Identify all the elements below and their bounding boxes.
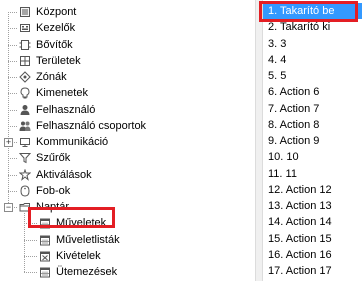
action-list-item[interactable]: 17. Action 17: [263, 263, 362, 279]
calendar-icon: [39, 234, 51, 246]
tree-item-label: Szűrők: [36, 152, 71, 165]
zone-icon: [19, 71, 31, 83]
action-list-item-label: 3. 3: [268, 37, 287, 50]
tree-item-label: Bővítők: [36, 38, 73, 51]
area-icon: [19, 55, 31, 67]
action-list-item-label: 9. Action 9: [268, 135, 320, 147]
tree-item-4[interactable]: Területek: [0, 53, 254, 69]
action-list-item-label: 4. 4: [268, 53, 287, 66]
action-list-item[interactable]: 9. Action 9: [263, 133, 362, 149]
expander-module-icon: [19, 39, 31, 51]
action-list-item-label: 10. 10: [268, 151, 299, 164]
tree-item-17[interactable]: Ütemezések: [0, 264, 254, 280]
user-group-icon: [19, 120, 31, 132]
tree-item-11[interactable]: Aktiválások: [0, 167, 254, 183]
action-list-item-label: 7. Action 7: [268, 102, 320, 115]
tree-item-label: Központ: [36, 6, 77, 18]
expand-icon[interactable]: +: [4, 138, 13, 147]
action-list-item[interactable]: 16. Action 16: [263, 247, 362, 263]
tree-item-1[interactable]: Központ: [0, 4, 254, 20]
action-list-item[interactable]: 6. Action 6: [263, 84, 362, 100]
pane-splitter[interactable]: [255, 0, 263, 281]
calendar-icon: [39, 266, 51, 278]
tree-item-9[interactable]: Kommunikáció: [0, 134, 254, 150]
tree-item-3[interactable]: Bővítők: [0, 37, 254, 53]
action-list-item[interactable]: 5. 5: [263, 68, 362, 84]
calendar-exception-icon: [39, 250, 51, 262]
action-list-item-label: 12. Action 12: [268, 183, 332, 196]
action-list-item[interactable]: 4. 4: [263, 52, 362, 68]
tree-item-13[interactable]: Naptár: [0, 199, 254, 215]
tree-item-15[interactable]: Műveletlisták: [0, 232, 254, 248]
tree-item-label: Területek: [36, 54, 81, 67]
tree-item-16[interactable]: Kivételek: [0, 248, 254, 264]
activation-icon: [18, 167, 32, 181]
action-list-item-label: 1. Takarító be: [268, 5, 335, 17]
tree-item-12[interactable]: Fob-ok: [0, 183, 254, 199]
tree-item-5[interactable]: Zónák: [0, 69, 254, 85]
action-list-item[interactable]: 8. Action 8: [263, 117, 362, 133]
tree-item-label: Műveletlisták: [56, 233, 120, 246]
tree-item-label: Fob-ok: [36, 184, 71, 197]
action-list-item-label: 17. Action 17: [268, 265, 332, 277]
tree-item-label: Naptár: [36, 201, 70, 213]
navigation-tree: Központ Kezelők Bővítők Területek Zónák Kimen…: [0, 0, 254, 281]
action-list-item[interactable]: 7. Action 7: [263, 101, 362, 117]
action-list-item[interactable]: 15. Action 15: [263, 231, 362, 247]
tree-item-10[interactable]: Szűrők: [0, 150, 254, 166]
tree-item-8[interactable]: Felhasználó csoportok: [0, 118, 254, 134]
action-list-item[interactable]: 10. 10: [263, 149, 362, 165]
tree-item-label: Felhasználó csoportok: [36, 119, 147, 132]
tree-item-label: Ütemezések: [56, 266, 118, 278]
action-list-item-label: 13. Action 13: [268, 200, 332, 212]
action-list-item-label: 15. Action 15: [268, 232, 332, 245]
collapse-icon[interactable]: −: [4, 203, 13, 212]
action-list-item-label: 14. Action 14: [268, 216, 332, 229]
filter-icon: [18, 152, 32, 164]
action-list-item[interactable]: 3. 3: [263, 36, 362, 52]
action-list-item-label: 5. 5: [268, 70, 287, 82]
output-icon: [19, 87, 31, 99]
action-list-item[interactable]: 13. Action 13: [263, 198, 362, 214]
fob-icon: [19, 185, 31, 197]
tree-item-label: Aktiválások: [36, 168, 92, 181]
communication-icon: [19, 136, 31, 148]
action-list-item-label: 11. 11: [268, 167, 297, 180]
tree-item-label: Kezelők: [36, 22, 76, 35]
tree-item-label: Zónák: [36, 71, 67, 83]
action-list-item-label: 16. Action 16: [268, 248, 332, 261]
folder-icon: [19, 201, 31, 213]
action-list-item[interactable]: 12. Action 12: [263, 182, 362, 198]
server-icon: [19, 6, 31, 18]
calendar-icon: [39, 217, 51, 229]
action-list-item[interactable]: 11. 11: [263, 166, 362, 182]
action-list-item-label: 6. Action 6: [268, 86, 320, 99]
action-list-item[interactable]: 1. Takarító be: [263, 3, 362, 19]
action-list-item-label: 8. Action 8: [268, 118, 320, 131]
action-list-item-label: 2. Takarító ki: [268, 21, 331, 34]
tree-item-label: Kivételek: [56, 249, 101, 262]
tree-item-7[interactable]: Felhasználó: [0, 102, 254, 118]
tree-item-2[interactable]: Kezelők: [0, 20, 254, 36]
action-list-item[interactable]: 2. Takarító ki: [263, 19, 362, 35]
tree-item-14[interactable]: Műveletek: [0, 215, 254, 231]
tree-item-label: Kommunikáció: [36, 136, 109, 148]
tree-item-label: Felhasználó: [36, 103, 96, 116]
user-icon: [19, 104, 31, 116]
actions-list: 1. Takarító be 2. Takarító ki 3. 3 4. 4 5. 5…: [263, 0, 362, 281]
tree-item-label: Kimenetek: [36, 87, 88, 100]
keypad-icon: [19, 22, 31, 34]
action-list-item[interactable]: 14. Action 14: [263, 214, 362, 230]
tree-item-label: Műveletek: [56, 217, 107, 230]
tree-item-6[interactable]: Kimenetek: [0, 85, 254, 101]
